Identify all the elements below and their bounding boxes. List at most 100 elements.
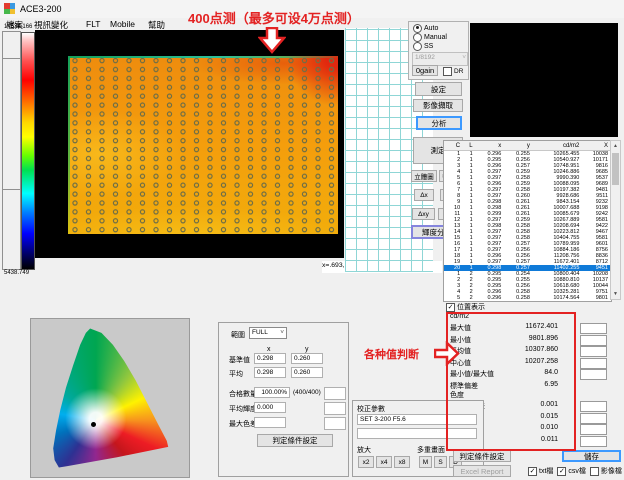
table-cell: 9801 (582, 295, 611, 301)
settings-button[interactable]: 設定 (415, 82, 462, 96)
position-display-checkbox-row[interactable]: ✓ 位置表示 (446, 302, 485, 312)
reference-label: 基準值 (229, 355, 250, 365)
range-value: FULL (252, 329, 268, 336)
magnify-label: 放大 (357, 445, 371, 455)
save-button[interactable]: 儲存 (562, 450, 621, 462)
measure-point-grid (68, 56, 338, 234)
maxdiff-judge-box (324, 417, 346, 430)
judge-condition-button[interactable]: 判定條件設定 (257, 434, 333, 447)
zero-gain-button[interactable]: 0gain (412, 65, 438, 76)
colorbar-scale-box (2, 31, 21, 270)
average-y-field[interactable]: 0.260 (291, 367, 323, 378)
multi-m-button[interactable]: M (419, 456, 432, 468)
txt-file-label: txt檔 (539, 466, 553, 476)
judge-result-box (580, 323, 607, 334)
magnify-x8-button[interactable]: x8 (394, 456, 410, 468)
magnify-x4-button[interactable]: x4 (376, 456, 392, 468)
scroll-down-icon[interactable]: ▼ (611, 289, 620, 299)
heatmap-image[interactable] (68, 56, 338, 234)
menu-mobile[interactable]: Mobile (110, 19, 135, 29)
radio-manual-circle[interactable] (413, 33, 422, 42)
avg-luminance-label: 平均輝度 (229, 404, 257, 414)
dr-checkbox-row[interactable]: DR (443, 67, 463, 76)
judge-condition-button-2[interactable]: 判定條件設定 (453, 450, 511, 462)
y-col-header: y (305, 346, 309, 353)
reference-y-field[interactable]: 0.260 (291, 353, 323, 364)
radio-ss[interactable]: SS (413, 42, 433, 50)
scroll-up-icon[interactable]: ▲ (611, 141, 620, 151)
colorbar-gradient (21, 32, 35, 270)
max-color-diff-label: 最大色差 (229, 419, 257, 429)
analyze-button[interactable]: 分析 (416, 116, 462, 130)
delta-x-button[interactable]: Δx (414, 189, 434, 201)
red-down-arrow-icon (258, 27, 286, 54)
shutter-value: 1/8192 (415, 54, 435, 61)
avg-luminance-field[interactable]: 0.000 (254, 402, 286, 413)
red-right-arrow-icon (434, 341, 460, 366)
radio-manual[interactable]: Manual (413, 33, 447, 41)
col-header-c: C (444, 143, 463, 149)
reference-x-field[interactable]: 0.298 (254, 353, 286, 364)
image-file-checkbox-row[interactable]: 影像檔 (590, 466, 622, 476)
ace3-200-window: ACE3-200 檔案 視訊變化 FLT Mobile 幫助 14536.166… (0, 0, 624, 480)
table-row[interactable]: 520.2960.25810174.5649801 (444, 295, 611, 301)
radio-manual-label: Manual (424, 34, 447, 41)
range-label: 範圍 (231, 330, 245, 340)
chevron-down-icon: ˅ (280, 329, 284, 336)
camera-preview (470, 23, 618, 137)
menu-flt[interactable]: FLT (86, 19, 100, 29)
max-color-diff-field[interactable] (254, 417, 286, 428)
stereo-button[interactable]: 立體圖 (411, 170, 437, 182)
judge-result-box (580, 413, 607, 424)
csv-file-checkbox[interactable]: ✓ (557, 467, 566, 476)
image-file-checkbox[interactable] (590, 467, 599, 476)
position-display-checkbox[interactable]: ✓ (446, 303, 455, 312)
shutter-select[interactable]: 1/8192 ˅ (412, 52, 468, 66)
txt-file-checkbox-row[interactable]: ✓ txt檔 (528, 466, 553, 476)
export-format-checkboxes: ✓ txt檔 ✓ csv檔 影像檔 (528, 466, 622, 476)
average-x-field[interactable]: 0.298 (254, 367, 286, 378)
csv-file-checkbox-row[interactable]: ✓ csv檔 (557, 466, 586, 476)
calibration-title: 校正參數 (357, 404, 385, 414)
judge-result-box (580, 401, 607, 412)
judge-result-box (580, 335, 607, 346)
radio-auto[interactable]: Auto (413, 24, 438, 32)
range-select[interactable]: FULL ˅ (249, 327, 287, 339)
cie-horseshoe (39, 324, 181, 472)
colorbar-min-label: 5438.749 (4, 270, 29, 276)
radio-ss-label: SS (424, 43, 433, 50)
white-point-marker (91, 422, 96, 427)
x-col-header: x (267, 346, 271, 353)
pass-count-label: 合格數量 (229, 389, 257, 399)
radio-auto-circle[interactable] (413, 24, 422, 33)
judge-result-box (580, 424, 607, 435)
judge-result-box (580, 346, 607, 357)
scroll-thumb[interactable] (612, 153, 619, 185)
colorbar-max-label: 14536.166 (4, 24, 32, 30)
measurement-table[interactable]: C L x y cd/m2 X 110.2960.25510265.455100… (443, 140, 612, 302)
table-cell: 0.258 (504, 295, 533, 301)
judge-result-box (580, 369, 607, 380)
cie-diagram-panel[interactable] (30, 318, 190, 478)
pass-fraction: (400/400) (293, 389, 321, 396)
magnify-x2-button[interactable]: x2 (358, 456, 374, 468)
pass-rate-field: 100.00% (254, 387, 290, 398)
radio-ss-circle[interactable] (413, 42, 422, 51)
csv-file-label: csv檔 (568, 466, 586, 476)
multi-s-button[interactable]: S (434, 456, 447, 468)
dr-checkbox[interactable] (443, 67, 452, 76)
delta-xy-button[interactable]: Δxy (412, 208, 435, 220)
heatmap-panel[interactable] (35, 30, 344, 258)
col-header-x: x (476, 143, 505, 149)
excel-report-button[interactable]: Excel Report (453, 465, 511, 477)
col-header-l: L (463, 143, 475, 149)
table-scrollbar[interactable]: ▲ ▼ (610, 140, 621, 300)
radio-auto-label: Auto (424, 25, 438, 32)
image-file-label: 影像檔 (601, 466, 622, 476)
average-label: 平均 (229, 369, 243, 379)
image-capture-button[interactable]: 影像擷取 (413, 99, 463, 112)
quality-panel: 範圍 FULL ˅ x y 基準值 0.298 0.260 平均 0.298 0… (218, 322, 349, 477)
txt-file-checkbox[interactable]: ✓ (528, 467, 537, 476)
table-header: C L x y cd/m2 X (444, 141, 611, 151)
multi-screen-label: 多重畫面 (417, 445, 445, 455)
